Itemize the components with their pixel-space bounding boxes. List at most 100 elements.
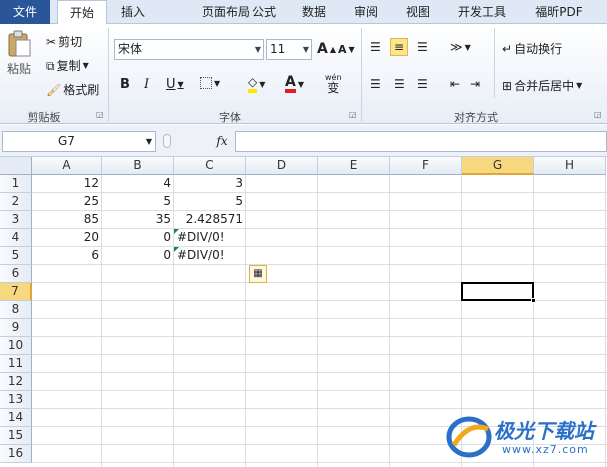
tab-view[interactable]: 视图 — [396, 0, 440, 24]
grow-font-button[interactable]: A ▲ — [317, 41, 336, 57]
column-header-e[interactable]: E — [318, 157, 390, 175]
tab-home[interactable]: 开始 — [57, 0, 107, 25]
tab-formulas[interactable]: 公式 — [242, 0, 286, 24]
insert-function-button[interactable]: fx — [212, 131, 232, 151]
align-middle-button[interactable]: ≡ — [390, 38, 409, 56]
fill-handle[interactable] — [531, 298, 536, 303]
paint-bucket-icon: ◇ — [248, 75, 258, 93]
font-color-button[interactable]: A ▼ — [285, 75, 304, 93]
decrease-indent-button[interactable]: ⇤ — [450, 77, 460, 91]
column-header-b[interactable]: B — [102, 157, 174, 175]
row-header-2[interactable]: 2 — [0, 193, 32, 211]
merge-center-button[interactable]: ⊞ 合并后居中 ▼ — [502, 77, 582, 94]
ribbon: 粘贴 ✂ 剪切 ⧉ 复制 ▼ 🖌 格式刷 剪贴板 ◲ 宋体 ▼ 11 ▼ A ▲ A ▼ B I… — [0, 24, 607, 124]
cell-b5[interactable]: 0 — [102, 247, 174, 264]
cell-a4[interactable]: 20 — [32, 229, 102, 246]
cell-a2[interactable]: 25 — [32, 193, 102, 210]
align-bottom-icon: ☰ — [417, 40, 428, 54]
cell-a1[interactable]: 12 — [32, 175, 102, 192]
row-header-7[interactable]: 7 — [0, 283, 32, 301]
formula-bar-handle[interactable] — [163, 134, 171, 148]
row-header-1[interactable]: 1 — [0, 175, 32, 193]
row-header-5[interactable]: 5 — [0, 247, 32, 265]
font-name-select[interactable]: 宋体 ▼ — [114, 39, 264, 60]
row-header-9[interactable]: 9 — [0, 319, 32, 337]
phonetic-char: 变 — [327, 81, 340, 95]
paste-button[interactable]: 粘贴 — [6, 30, 32, 77]
copy-button[interactable]: ⧉ 复制 ▼ — [46, 57, 89, 74]
cell-a5[interactable]: 6 — [32, 247, 102, 264]
italic-button[interactable]: I — [144, 77, 149, 92]
align-center-button[interactable]: ☰ — [394, 77, 405, 91]
wrap-text-button[interactable]: ↵ 自动换行 — [502, 40, 562, 57]
row-header-12[interactable]: 12 — [0, 373, 32, 391]
column-header-a[interactable]: A — [32, 157, 102, 175]
orientation-button[interactable]: ≫ ▼ — [450, 40, 471, 54]
row-header-6[interactable]: 6 — [0, 265, 32, 283]
tab-insert[interactable]: 插入 — [111, 0, 155, 24]
italic-label: I — [144, 77, 150, 92]
cell-c1[interactable]: 3 — [174, 175, 246, 192]
align-bottom-button[interactable]: ☰ — [417, 40, 428, 54]
name-box[interactable]: G7 ▼ — [2, 131, 156, 152]
chevron-down-icon: ▼ — [254, 45, 261, 54]
error-indicator-icon[interactable] — [174, 247, 179, 252]
column-header-d[interactable]: D — [246, 157, 318, 175]
borders-button[interactable]: ▼ — [200, 77, 220, 89]
tab-developer[interactable]: 开发工具 — [450, 0, 514, 24]
cell-b2[interactable]: 5 — [102, 193, 174, 210]
tab-data[interactable]: 数据 — [292, 0, 336, 24]
merge-icon: ⊞ — [502, 78, 513, 93]
row-header-15[interactable]: 15 — [0, 427, 32, 445]
cut-button[interactable]: ✂ 剪切 — [46, 33, 82, 50]
select-all-corner[interactable] — [0, 157, 32, 175]
column-header-h[interactable]: H — [534, 157, 606, 175]
column-header-g[interactable]: G — [462, 157, 534, 175]
tab-file[interactable]: 文件 — [0, 0, 50, 24]
cell-c5[interactable]: #DIV/0! — [174, 247, 246, 264]
cell-c4[interactable]: #DIV/0! — [174, 229, 246, 246]
column-header-c[interactable]: C — [174, 157, 246, 175]
cell-b1[interactable]: 4 — [102, 175, 174, 192]
formula-input[interactable] — [235, 131, 607, 152]
bold-button[interactable]: B — [120, 77, 130, 92]
column-header-f[interactable]: F — [390, 157, 462, 175]
shrink-font-button[interactable]: A ▼ — [338, 43, 355, 56]
row-header-3[interactable]: 3 — [0, 211, 32, 229]
row-header-10[interactable]: 10 — [0, 337, 32, 355]
row-header-11[interactable]: 11 — [0, 355, 32, 373]
chevron-down-icon: ▼ — [177, 80, 184, 89]
dialog-launcher-icon[interactable]: ◲ — [96, 110, 104, 119]
active-cell-outline[interactable] — [461, 282, 534, 301]
tab-foxit-pdf[interactable]: 福昕PDF — [524, 0, 594, 24]
underline-button[interactable]: U ▼ — [166, 77, 184, 92]
merge-center-label: 合并后居中 — [514, 79, 575, 93]
align-right-button[interactable]: ☰ — [417, 77, 428, 91]
divider — [108, 28, 109, 122]
format-painter-button[interactable]: 🖌 格式刷 — [46, 81, 99, 98]
row-header-8[interactable]: 8 — [0, 301, 32, 319]
align-left-button[interactable]: ☰ — [370, 77, 381, 91]
cell-c3[interactable]: 2.428571 — [174, 211, 246, 228]
cell-a3[interactable]: 85 — [32, 211, 102, 228]
cell-b4[interactable]: 0 — [102, 229, 174, 246]
chevron-down-icon: ▼ — [464, 42, 471, 52]
chevron-down-icon: ▼ — [302, 45, 309, 54]
divider — [494, 28, 495, 98]
row-header-14[interactable]: 14 — [0, 409, 32, 427]
increase-indent-button[interactable]: ⇥ — [470, 77, 480, 91]
tab-review[interactable]: 审阅 — [344, 0, 388, 24]
row-header-4[interactable]: 4 — [0, 229, 32, 247]
paste-options-icon[interactable]: ▦ — [249, 265, 267, 283]
dialog-launcher-icon[interactable]: ◲ — [594, 110, 602, 119]
cell-b3[interactable]: 35 — [102, 211, 174, 228]
fill-color-button[interactable]: ◇ ▼ — [248, 75, 265, 93]
dialog-launcher-icon[interactable]: ◲ — [349, 110, 357, 119]
error-indicator-icon[interactable] — [174, 229, 179, 234]
align-top-button[interactable]: ☰ — [370, 40, 381, 54]
row-header-16[interactable]: 16 — [0, 445, 32, 463]
cell-c2[interactable]: 5 — [174, 193, 246, 210]
font-size-select[interactable]: 11 ▼ — [266, 39, 312, 60]
row-header-13[interactable]: 13 — [0, 391, 32, 409]
phonetic-button[interactable]: wén 变 — [325, 72, 342, 94]
